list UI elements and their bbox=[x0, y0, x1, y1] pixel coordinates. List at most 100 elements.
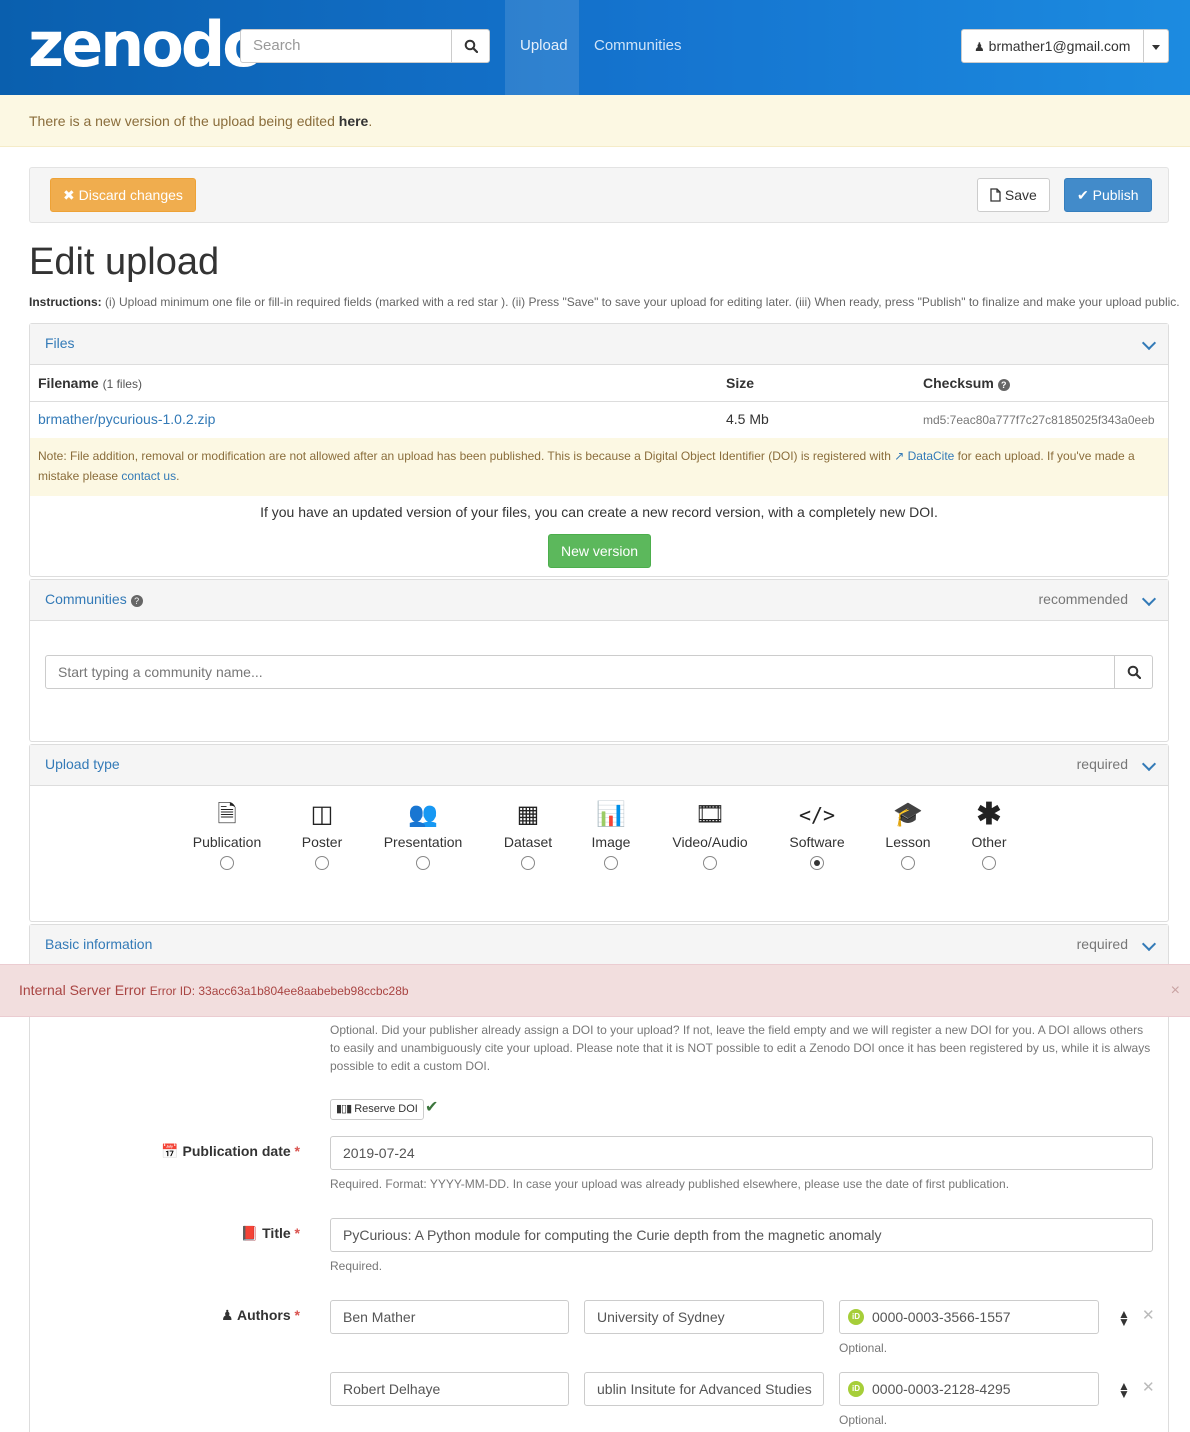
files-panel: Files Filename (1 files) Size Checksum ?… bbox=[29, 323, 1169, 577]
search-button[interactable] bbox=[451, 29, 490, 63]
new-version-button[interactable]: New version bbox=[548, 534, 652, 568]
reserve-doi-button[interactable]: ▮▯▮ Reserve DOI bbox=[330, 1099, 424, 1120]
action-bar: ✖ Discard changes Save ✔ Publish bbox=[29, 167, 1169, 223]
upload-type-poster[interactable]: ◫ Poster bbox=[292, 800, 352, 870]
upload-type-presentation[interactable]: 👥 Presentation bbox=[378, 800, 468, 870]
title-input[interactable]: PyCurious: A Python module for computing… bbox=[330, 1218, 1153, 1252]
file-size: 4.5 Mb bbox=[726, 411, 769, 427]
file-link[interactable]: brmather/pycurious-1.0.2.zip bbox=[38, 411, 215, 427]
alert-here-link[interactable]: here bbox=[339, 113, 369, 129]
user-menu-button[interactable]: ♟ brmather1@gmail.com bbox=[961, 29, 1144, 63]
datacite-link[interactable]: ↗ DataCite bbox=[894, 449, 954, 463]
radio[interactable] bbox=[604, 856, 618, 870]
upload-type-video-audio[interactable]: 🎞 Video/Audio bbox=[667, 800, 753, 870]
author-orcid-input[interactable]: iD 0000-0003-3566-1557 bbox=[839, 1300, 1099, 1334]
search-input[interactable]: Search bbox=[240, 29, 452, 63]
col-size: Size bbox=[726, 375, 755, 391]
bar-chart-icon: 📊 bbox=[596, 801, 626, 828]
upload-type-software[interactable]: </> Software bbox=[783, 800, 851, 870]
contact-us-link[interactable]: contact us bbox=[121, 469, 176, 483]
radio[interactable] bbox=[982, 856, 996, 870]
files-note: Note: File addition, removal or modifica… bbox=[30, 438, 1168, 496]
radio-selected[interactable] bbox=[810, 856, 824, 870]
file-text-icon: 🗎 bbox=[217, 801, 237, 828]
close-icon: ✖ bbox=[63, 187, 75, 203]
title-label: 📕 Title * bbox=[240, 1225, 300, 1241]
files-panel-header[interactable]: Files bbox=[30, 324, 1168, 365]
author-orcid-input[interactable]: iD 0000-0003-2128-4295 bbox=[839, 1372, 1099, 1406]
user-icon: ♟ bbox=[221, 1307, 234, 1323]
publication-date-label: 📅 Publication date * bbox=[161, 1143, 300, 1159]
sort-icon[interactable]: ▲ ▼ bbox=[1118, 1307, 1130, 1335]
upload-type-dataset[interactable]: ▦ Dataset bbox=[498, 800, 558, 870]
users-icon: 👥 bbox=[408, 801, 438, 828]
radio[interactable] bbox=[315, 856, 329, 870]
asterisk-icon: ✱ bbox=[976, 798, 1002, 831]
upload-type-heading: Upload type bbox=[45, 756, 120, 772]
close-icon[interactable]: × bbox=[1171, 965, 1180, 1016]
tab-communities[interactable]: Communities bbox=[579, 0, 697, 95]
remove-author-icon[interactable]: ✕ bbox=[1142, 1306, 1155, 1324]
barcode-icon: ▮▯▮ bbox=[336, 1103, 352, 1115]
new-version-alert: There is a new version of the upload bei… bbox=[0, 95, 1190, 147]
user-email: brmather1@gmail.com bbox=[988, 38, 1131, 54]
sort-icon[interactable]: ▲ ▼ bbox=[1118, 1379, 1130, 1407]
chevron-down-icon[interactable] bbox=[1141, 591, 1157, 607]
basic-info-panel-header[interactable]: Basic information required bbox=[30, 925, 1168, 966]
film-icon: 🎞 bbox=[694, 801, 726, 828]
upload-type-publication[interactable]: 🗎 Publication bbox=[187, 800, 267, 870]
upload-type-other[interactable]: ✱ Other bbox=[964, 800, 1014, 870]
calendar-icon: 📅 bbox=[161, 1143, 179, 1159]
author-name-input[interactable]: Ben Mather bbox=[330, 1300, 569, 1334]
upload-type-panel-header[interactable]: Upload type required bbox=[30, 745, 1168, 786]
user-icon: ♟ bbox=[974, 40, 985, 54]
error-alert: Internal Server Error Error ID: 33acc63a… bbox=[0, 964, 1190, 1017]
required-badge: required bbox=[1076, 756, 1128, 772]
check-icon: ✔ bbox=[1077, 187, 1089, 203]
navbar: zenodo Search Upload Communities ♟ brmat… bbox=[0, 0, 1190, 95]
upload-type-lesson[interactable]: 🎓 Lesson bbox=[880, 800, 936, 870]
publication-date-help: Required. Format: YYYY-MM-DD. In case yo… bbox=[330, 1177, 1010, 1191]
chevron-down-icon[interactable] bbox=[1141, 936, 1157, 952]
upload-type-image[interactable]: 📊 Image bbox=[586, 800, 636, 870]
publication-date-input[interactable]: 2019-07-24 bbox=[330, 1136, 1153, 1170]
file-checksum: md5:7eac80a777f7c27c8185025f343a0eeb bbox=[923, 413, 1155, 427]
radio[interactable] bbox=[416, 856, 430, 870]
user-menu-caret[interactable] bbox=[1143, 29, 1169, 63]
remove-author-icon[interactable]: ✕ bbox=[1142, 1378, 1155, 1396]
discard-changes-button[interactable]: ✖ Discard changes bbox=[50, 178, 196, 212]
instructions: Instructions: (i) Upload minimum one fil… bbox=[29, 295, 1180, 309]
radio[interactable] bbox=[521, 856, 535, 870]
error-title: Internal Server Error bbox=[19, 982, 146, 998]
publish-button[interactable]: ✔ Publish bbox=[1064, 178, 1152, 212]
community-search-input[interactable]: Start typing a community name... bbox=[45, 655, 1115, 689]
error-id: Error ID: 33acc63a1b804ee8aabebeb98ccbc2… bbox=[149, 984, 409, 998]
recommended-badge: recommended bbox=[1038, 591, 1129, 607]
author-name-input[interactable]: Robert Delhaye bbox=[330, 1372, 569, 1406]
question-circle-icon[interactable]: ? bbox=[130, 595, 143, 607]
alert-text: There is a new version of the upload bei… bbox=[29, 113, 339, 129]
save-button[interactable]: Save bbox=[977, 178, 1050, 212]
radio[interactable] bbox=[901, 856, 915, 870]
author-affiliation-input[interactable]: ublin Insitute for Advanced Studies bbox=[584, 1372, 824, 1406]
author-affiliation-input[interactable]: University of Sydney bbox=[584, 1300, 824, 1334]
question-circle-icon[interactable]: ? bbox=[997, 379, 1010, 391]
code-icon: </> bbox=[798, 803, 836, 827]
chevron-down-icon[interactable] bbox=[1141, 756, 1157, 772]
page-title: Edit upload bbox=[29, 241, 220, 283]
chevron-down-icon[interactable] bbox=[1141, 335, 1157, 351]
tab-upload[interactable]: Upload bbox=[505, 0, 579, 95]
orcid-icon: iD bbox=[848, 1381, 864, 1397]
title-help: Required. bbox=[330, 1259, 383, 1273]
communities-panel-header[interactable]: Communities ? recommended bbox=[30, 580, 1168, 621]
orcid-help: Optional. bbox=[839, 1341, 888, 1355]
radio[interactable] bbox=[703, 856, 717, 870]
orcid-icon: iD bbox=[848, 1309, 864, 1325]
alert-suffix: . bbox=[368, 113, 373, 129]
zenodo-logo[interactable]: zenodo bbox=[28, 10, 265, 80]
required-badge: required bbox=[1076, 936, 1128, 952]
community-search-button[interactable] bbox=[1114, 655, 1153, 689]
radio[interactable] bbox=[220, 856, 234, 870]
col-checksum: Checksum ? bbox=[923, 375, 1010, 391]
doi-help: Optional. Did your publisher already ass… bbox=[330, 1023, 1151, 1073]
